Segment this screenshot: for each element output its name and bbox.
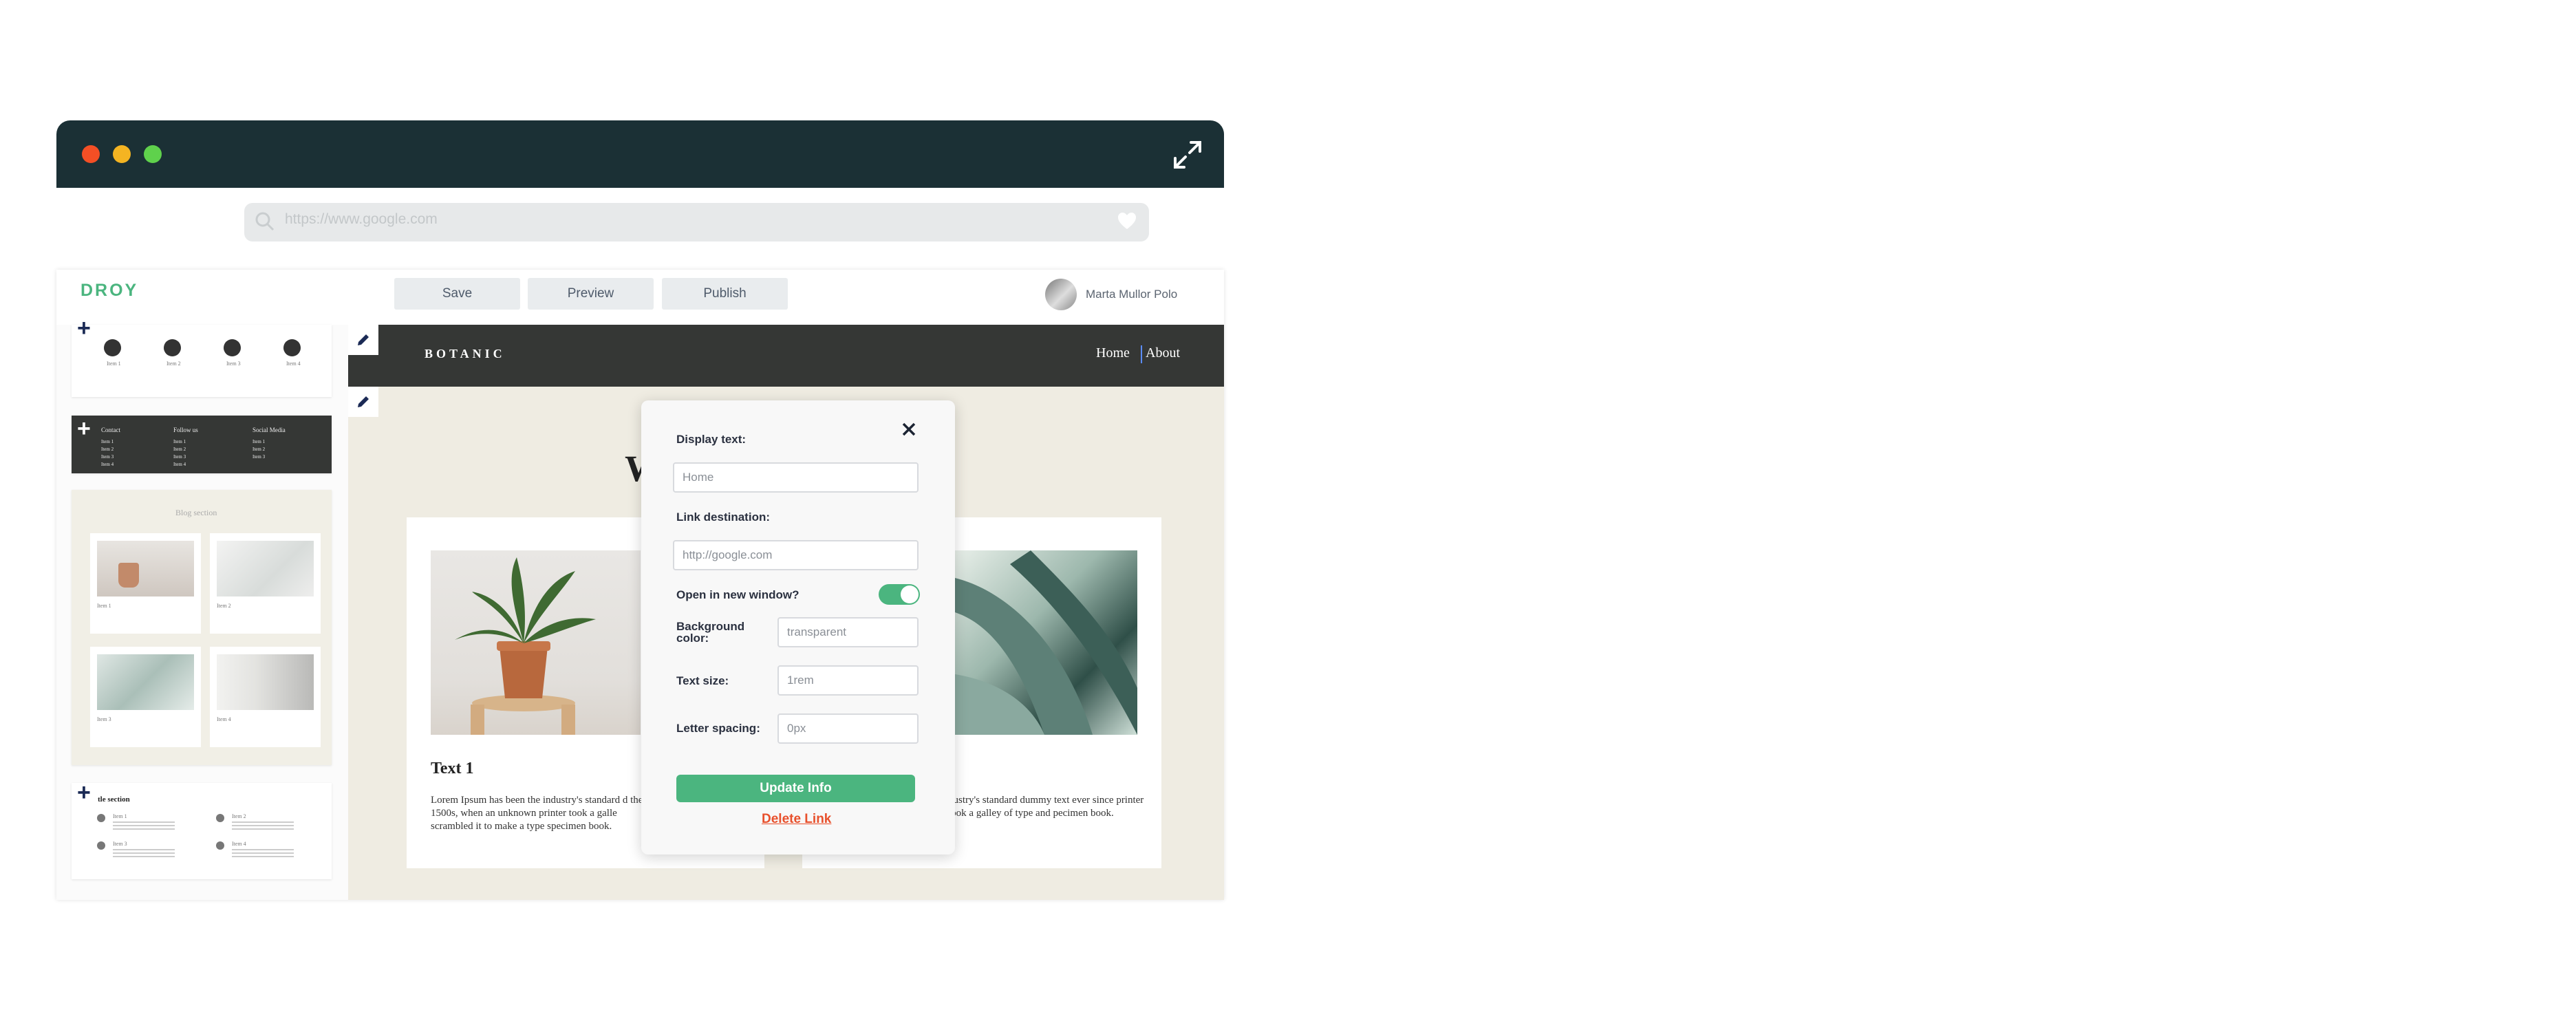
url-text: https://www.google.com <box>285 211 438 227</box>
list-item-text <box>232 849 294 859</box>
update-info-button[interactable]: Update Info <box>676 775 915 802</box>
link-destination-label: Link destination: <box>676 510 770 524</box>
add-block-icon[interactable]: + <box>77 316 91 340</box>
letter-spacing-input[interactable]: 0px <box>777 713 919 744</box>
icon-circle <box>164 339 181 356</box>
window-minimize-button[interactable] <box>113 145 131 163</box>
icon-caption: Item 3 <box>226 361 241 367</box>
letter-spacing-label: Letter spacing: <box>676 722 760 735</box>
icon-circle <box>283 339 301 356</box>
save-button[interactable]: Save <box>394 278 520 310</box>
link-destination-input[interactable]: http://google.com <box>673 540 919 570</box>
blog-section-title: Blog section <box>175 508 217 517</box>
new-window-toggle[interactable] <box>879 584 920 605</box>
blog-card-title: Item 1 <box>97 603 111 609</box>
heart-icon[interactable] <box>1117 211 1137 234</box>
list-icon <box>97 814 105 822</box>
icon-caption: Item 4 <box>286 361 301 367</box>
avatar[interactable] <box>1045 279 1077 310</box>
text-cursor <box>1141 345 1142 363</box>
blog-card-image <box>97 541 194 596</box>
display-text-label: Display text: <box>676 433 747 446</box>
blog-card-image <box>217 654 314 710</box>
blog-card-image <box>217 541 314 596</box>
list-section-title: tle section <box>98 795 130 804</box>
list-item-text <box>232 821 294 831</box>
editor-logo: DROY <box>80 281 139 300</box>
search-icon <box>255 211 275 235</box>
fullscreen-icon[interactable] <box>1172 140 1203 170</box>
footer-row: Item 3 <box>101 454 114 460</box>
window-maximize-button[interactable] <box>144 145 162 163</box>
edit-navbar-button[interactable] <box>348 325 378 355</box>
delete-link-button[interactable]: Delete Link <box>762 812 831 827</box>
list-item-text <box>113 821 175 831</box>
close-icon[interactable] <box>901 421 917 441</box>
footer-row: Item 1 <box>173 439 186 444</box>
text-size-input[interactable]: 1rem <box>777 665 919 696</box>
site-brand: BOTANIC <box>425 347 506 361</box>
footer-row: Item 2 <box>101 447 114 452</box>
footer-column-title: Contact <box>101 427 120 433</box>
pencil-icon <box>358 334 369 345</box>
blog-card-title: Item 2 <box>217 603 231 609</box>
background-color-input[interactable]: transparent <box>777 617 919 647</box>
footer-row: Item 1 <box>101 439 114 444</box>
list-icon <box>97 841 105 850</box>
footer-row: Item 3 <box>253 454 266 460</box>
list-icon <box>216 841 224 850</box>
nav-link-home[interactable]: Home <box>1096 345 1130 361</box>
list-item-text <box>113 849 175 859</box>
footer-row: Item 2 <box>253 447 266 452</box>
publish-button[interactable]: Publish <box>662 278 788 310</box>
card-title[interactable]: Text 1 <box>431 760 473 778</box>
nav-link-about[interactable]: About <box>1146 345 1180 361</box>
background-color-label: Background color: <box>676 620 745 645</box>
edit-section-button[interactable] <box>348 387 378 417</box>
icon-caption: Item 1 <box>107 361 121 367</box>
card-image <box>431 550 641 735</box>
footer-column-title: Follow us <box>173 427 198 433</box>
text-size-label: Text size: <box>676 674 729 687</box>
new-window-label: Open in new window? <box>676 588 799 601</box>
card-image <box>955 550 1137 735</box>
list-item-title: Item 1 <box>113 813 127 819</box>
add-block-icon[interactable]: + <box>77 781 91 804</box>
icon-caption: Item 2 <box>167 361 181 367</box>
list-icon <box>216 814 224 822</box>
footer-column-title: Social Media <box>253 427 286 433</box>
pencil-icon <box>358 396 369 407</box>
window-close-button[interactable] <box>82 145 100 163</box>
list-item-title: Item 2 <box>232 813 246 819</box>
plant-pot <box>118 563 139 588</box>
card-body[interactable]: dustry's standard dummy text ever since … <box>948 794 1155 820</box>
user-name: Marta Mullor Polo <box>1086 288 1178 301</box>
footer-row: Item 4 <box>173 462 186 467</box>
blog-card-image <box>97 654 194 710</box>
footer-row: Item 3 <box>173 454 186 460</box>
preview-button[interactable]: Preview <box>528 278 654 310</box>
display-text-input[interactable]: Home <box>673 462 919 493</box>
list-item-title: Item 4 <box>232 841 246 847</box>
footer-row: Item 4 <box>101 462 114 467</box>
blog-card-title: Item 4 <box>217 716 231 722</box>
list-item-title: Item 3 <box>113 841 127 847</box>
footer-row: Item 1 <box>253 439 266 444</box>
browser-titlebar <box>56 120 1224 188</box>
icon-circle <box>104 339 121 356</box>
footer-row: Item 2 <box>173 447 186 452</box>
card-body[interactable]: Lorem Ipsum has been the industry's stan… <box>431 794 644 833</box>
blog-card-title: Item 3 <box>97 716 111 722</box>
add-block-icon[interactable]: + <box>77 417 91 440</box>
icon-circle <box>224 339 241 356</box>
